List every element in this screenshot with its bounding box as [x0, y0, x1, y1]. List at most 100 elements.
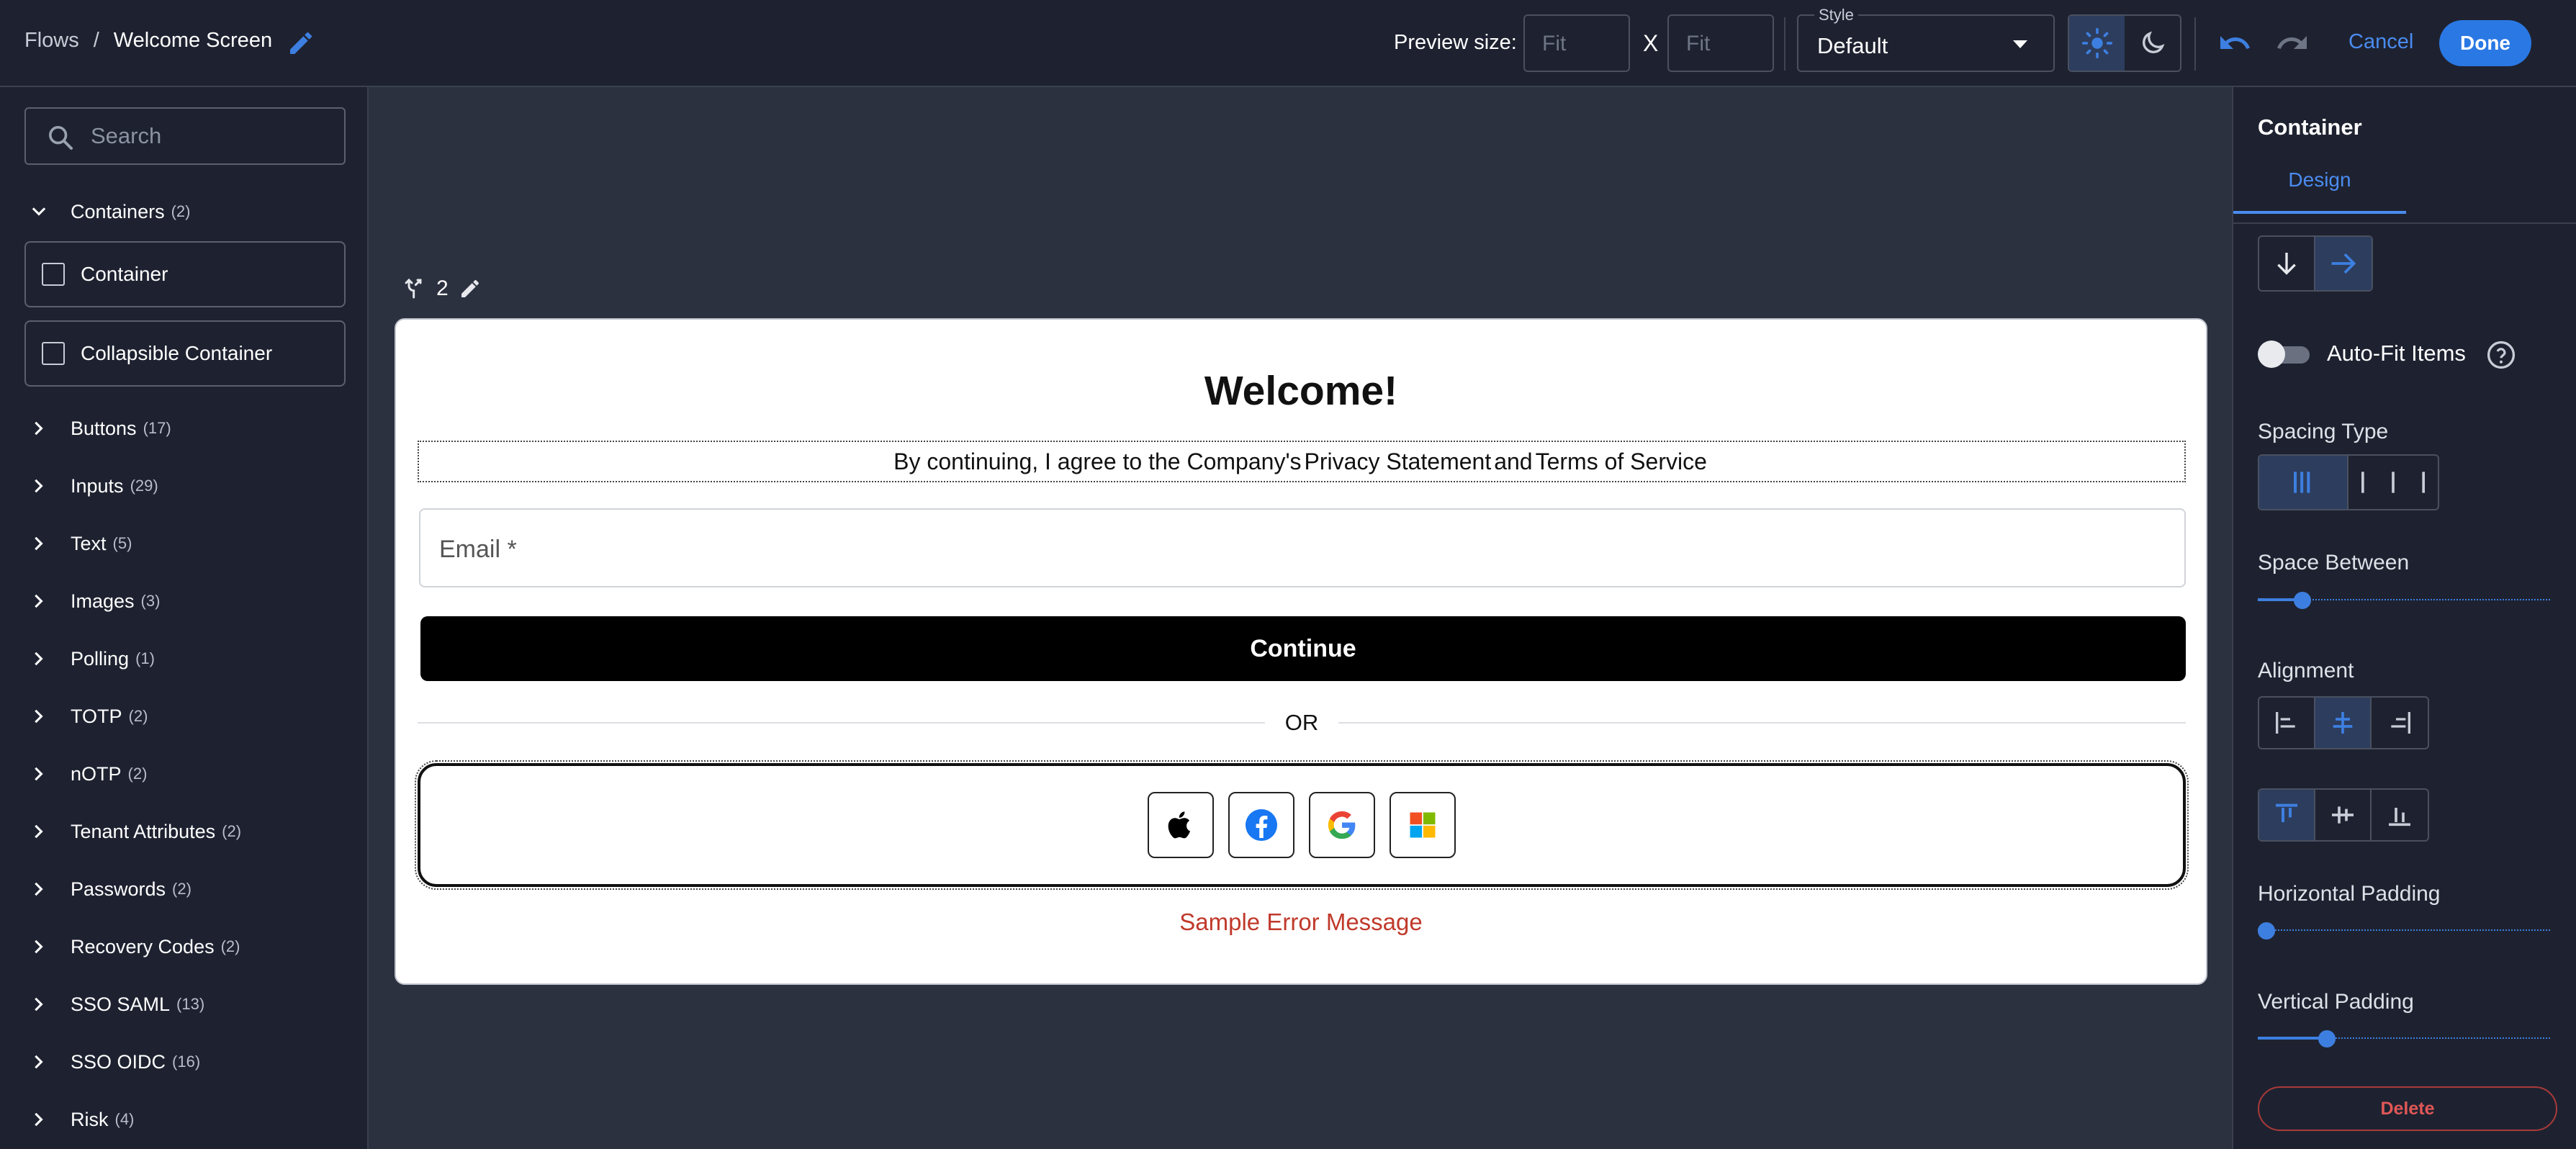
components-sidebar: Containers (2) Container Collapsible Con… — [0, 87, 369, 1149]
google-login-button[interactable] — [1309, 792, 1375, 858]
component-container[interactable]: Container — [24, 241, 346, 307]
align-bottom-button[interactable] — [2372, 790, 2428, 840]
search-input[interactable] — [91, 122, 328, 150]
component-label: Collapsible Container — [81, 342, 273, 364]
category-label: Inputs — [71, 474, 124, 497]
category-recovery-codes[interactable]: Recovery Codes (2) — [29, 932, 240, 961]
breadcrumb-flows-link[interactable]: Flows — [24, 29, 79, 53]
category-sso-saml[interactable]: SSO SAML (13) — [29, 990, 204, 1019]
apple-icon — [1168, 811, 1191, 839]
spacing-type-toggle — [2258, 454, 2439, 510]
undo-icon[interactable] — [2217, 26, 2252, 60]
category-images[interactable]: Images (3) — [29, 587, 160, 616]
align-middle-button[interactable] — [2315, 790, 2372, 840]
category-label: Risk — [71, 1108, 109, 1130]
divider — [1784, 17, 1785, 71]
pencil-icon[interactable] — [459, 277, 482, 300]
category-label: Tenant Attributes — [71, 820, 216, 842]
spacing-between-icon — [2361, 472, 2425, 493]
category-tenant-attributes[interactable]: Tenant Attributes (2) — [29, 817, 241, 846]
style-select[interactable]: Style Default — [1797, 6, 2055, 72]
help-icon[interactable] — [2485, 339, 2517, 371]
category-buttons[interactable]: Buttons (17) — [29, 414, 171, 443]
align-center-button[interactable] — [2315, 698, 2372, 748]
screen-preview[interactable]: Welcome! By continuing, I agree to the C… — [395, 318, 2207, 985]
terms-text[interactable]: By continuing, I agree to the Company's … — [418, 441, 2186, 482]
branch-icon[interactable] — [403, 277, 426, 300]
auto-fit-toggle[interactable] — [2258, 339, 2312, 368]
category-totp[interactable]: TOTP (2) — [29, 702, 148, 731]
align-right-button[interactable] — [2372, 698, 2428, 748]
welcome-title[interactable]: Welcome! — [396, 367, 2206, 415]
divider — [2233, 222, 2576, 224]
privacy-statement-link[interactable]: Privacy Statement — [1305, 449, 1492, 475]
category-passwords[interactable]: Passwords (2) — [29, 875, 192, 904]
style-select-value: Default — [1817, 33, 1888, 58]
chevron-right-icon — [35, 824, 43, 839]
facebook-login-button[interactable] — [1228, 792, 1294, 858]
align-left-icon — [2276, 712, 2295, 734]
spacing-between-button[interactable] — [2348, 456, 2438, 509]
category-label: TOTP — [71, 705, 122, 727]
category-containers[interactable]: Containers (2) — [29, 197, 190, 226]
direction-horizontal-button[interactable] — [2315, 237, 2372, 290]
toggle-knob — [2258, 341, 2285, 368]
component-collapsible-container[interactable]: Collapsible Container — [24, 320, 346, 387]
align-left-button[interactable] — [2259, 698, 2315, 748]
size-separator: X — [1643, 30, 1659, 56]
or-divider: OR — [418, 708, 2186, 737]
error-message[interactable]: Sample Error Message — [396, 909, 2206, 936]
edit-flow-name-icon[interactable] — [287, 29, 315, 58]
breadcrumb-current: Welcome Screen — [113, 29, 273, 52]
chevron-right-icon — [35, 652, 43, 666]
category-inputs[interactable]: Inputs (29) — [29, 472, 158, 500]
preview-height-input[interactable]: Fit — [1667, 14, 1774, 72]
align-top-button[interactable] — [2259, 790, 2315, 840]
category-notp[interactable]: nOTP (2) — [29, 760, 147, 788]
terms-and: and — [1494, 448, 1533, 474]
preview-width-input[interactable]: Fit — [1523, 14, 1630, 72]
email-field[interactable]: Email * — [419, 508, 2186, 587]
slider-thumb[interactable] — [2258, 922, 2275, 940]
microsoft-login-button[interactable] — [1390, 792, 1456, 858]
category-text[interactable]: Text (5) — [29, 529, 132, 558]
slider-thumb[interactable] — [2318, 1030, 2336, 1047]
light-theme-button[interactable] — [2069, 16, 2125, 71]
apple-login-button[interactable] — [1148, 792, 1214, 858]
social-login-container[interactable] — [415, 760, 2189, 890]
redo-icon[interactable] — [2275, 26, 2310, 60]
direction-vertical-button[interactable] — [2259, 237, 2315, 290]
arrow-down-icon — [2277, 253, 2296, 275]
dark-theme-button[interactable] — [2125, 16, 2180, 71]
alignment-label: Alignment — [2258, 659, 2354, 682]
category-label: SSO OIDC — [71, 1050, 166, 1073]
terms-of-service-link[interactable]: Terms of Service — [1536, 449, 1707, 475]
category-label: nOTP — [71, 762, 122, 785]
space-between-slider[interactable] — [2258, 589, 2550, 610]
vertical-padding-slider[interactable] — [2258, 1027, 2550, 1049]
delete-button[interactable]: Delete — [2258, 1086, 2557, 1131]
spacing-packed-button[interactable] — [2259, 456, 2348, 509]
category-sso-oidc[interactable]: SSO OIDC (16) — [29, 1047, 200, 1076]
properties-panel: Container Design Auto-Fit Items Spacing … — [2232, 87, 2576, 1149]
horizontal-padding-slider[interactable] — [2258, 919, 2550, 941]
category-label: Containers — [71, 200, 165, 222]
done-button[interactable]: Done — [2439, 20, 2531, 66]
chevron-right-icon — [35, 594, 43, 608]
cancel-button[interactable]: Cancel — [2348, 30, 2413, 54]
facebook-icon — [1246, 809, 1277, 841]
tab-design[interactable]: Design — [2233, 149, 2406, 214]
divider-line — [418, 722, 1265, 724]
slider-thumb[interactable] — [2294, 592, 2311, 609]
vertical-padding-label: Vertical Padding — [2258, 990, 2414, 1014]
continue-button[interactable]: Continue — [420, 616, 2186, 681]
align-top-icon — [2276, 803, 2297, 822]
sun-icon — [2081, 27, 2112, 59]
category-label: SSO SAML — [71, 993, 171, 1015]
direction-toggle — [2258, 235, 2373, 292]
category-label: Text — [71, 532, 107, 554]
branch-count: 2 — [436, 276, 449, 300]
category-polling[interactable]: Polling (1) — [29, 644, 155, 673]
category-risk[interactable]: Risk (4) — [29, 1105, 134, 1134]
chevron-right-icon — [35, 882, 43, 896]
